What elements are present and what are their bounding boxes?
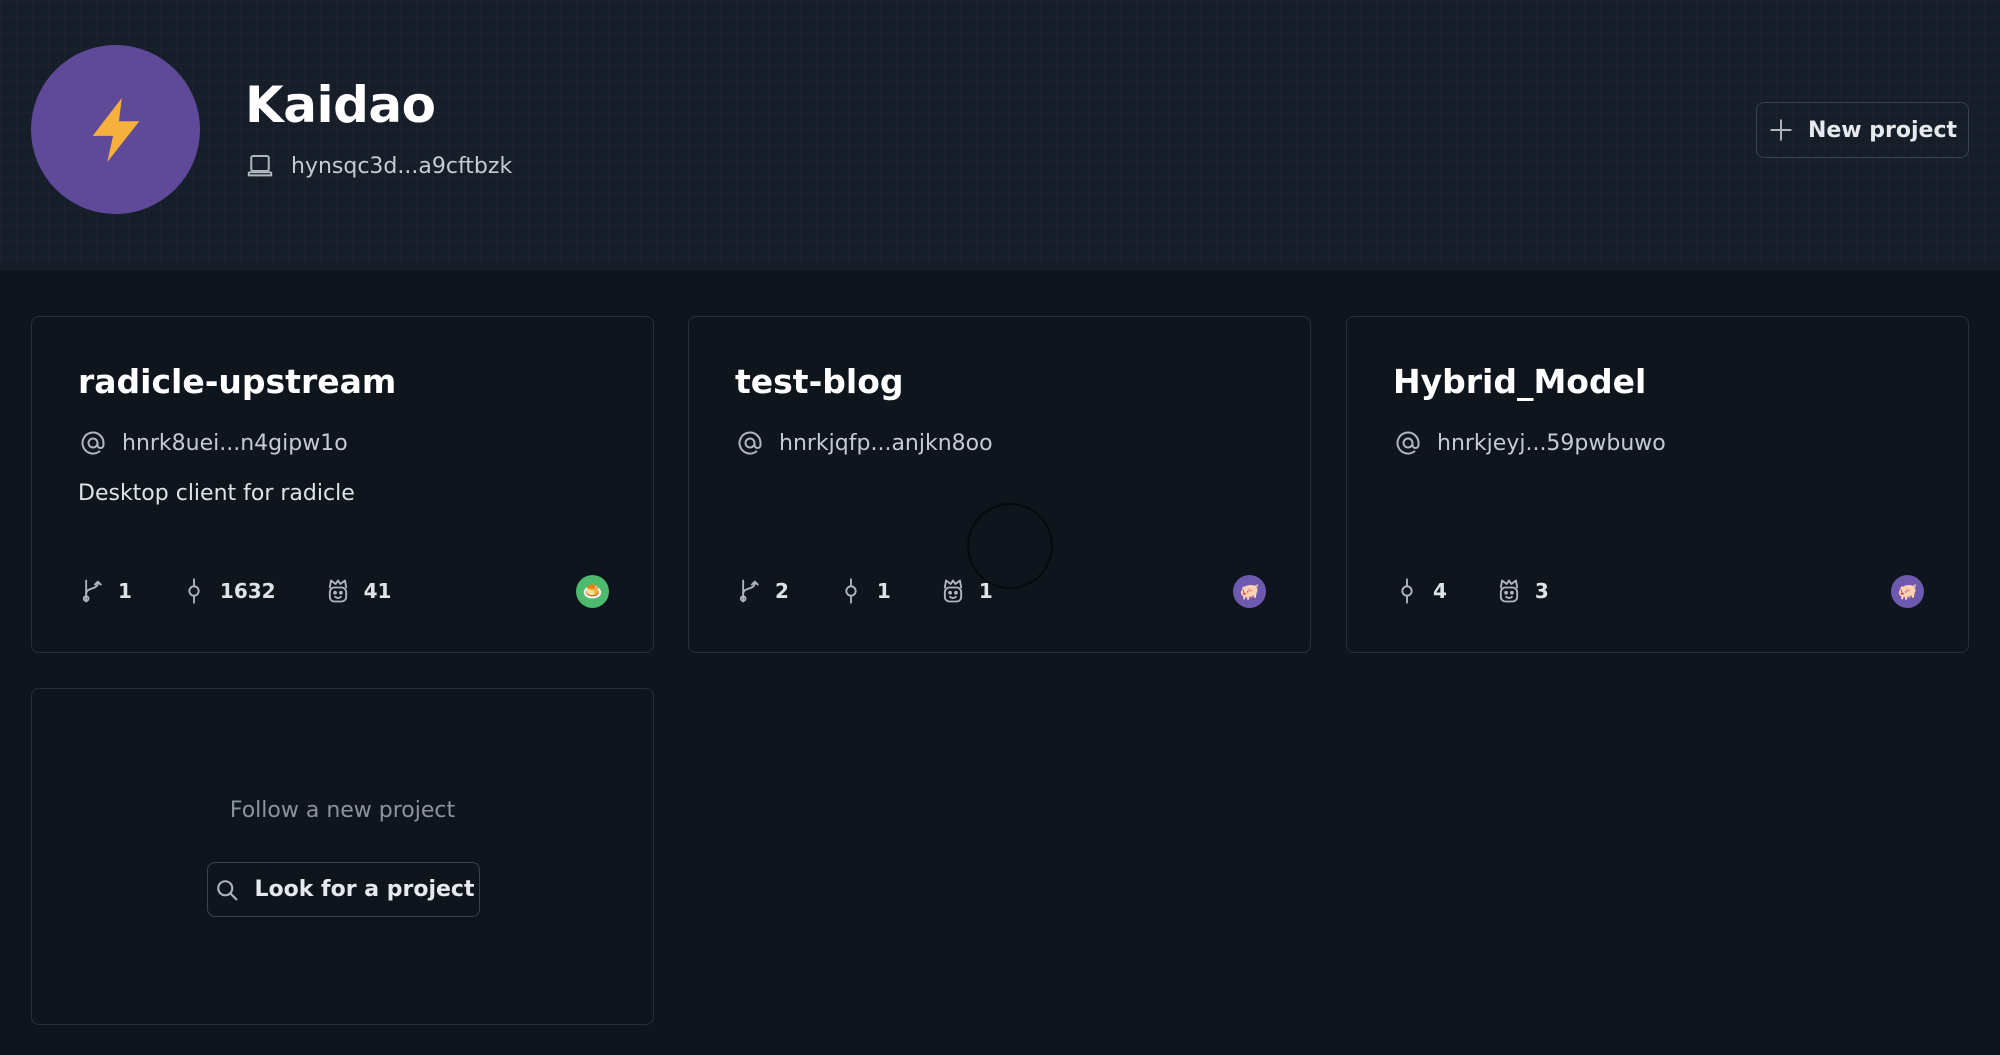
look-for-project-button[interactable]: Look for a project: [207, 862, 480, 917]
follow-text: Follow a new project: [229, 798, 456, 823]
contributors-stat: 41: [324, 577, 392, 605]
peer-avatar-emoji: 🐖: [1239, 582, 1260, 601]
peer-avatar: 🐖: [1891, 575, 1924, 608]
at-icon: [738, 431, 762, 455]
branch-icon: [82, 579, 102, 603]
project-stats: 1 1632 41: [78, 575, 439, 607]
contributors-stat: 3: [1495, 577, 1549, 605]
profile-name: Kaidao: [245, 76, 436, 134]
commits-stat: 4: [1393, 577, 1447, 605]
project-stats: 4 3: [1393, 575, 1597, 607]
commits-count: 4: [1433, 579, 1447, 603]
new-project-button[interactable]: New project: [1756, 102, 1969, 158]
project-name: radicle-upstream: [78, 362, 397, 401]
contributors-stat: 1: [939, 577, 993, 605]
contributors-icon: [943, 579, 962, 603]
branch-icon: [739, 579, 759, 603]
lightning-icon: [92, 97, 139, 162]
project-urn: hnrkjqfp...anjkn8oo: [779, 430, 993, 456]
commit-icon: [1401, 578, 1413, 604]
project-urn-row: hnrkjqfp...anjkn8oo: [735, 428, 993, 458]
project-urn-row: hnrkjeyj...59pwbuwo: [1393, 428, 1666, 458]
project-card-test-blog[interactable]: test-blog hnrkjqfp...anjkn8oo 2 1 1 🐖: [688, 316, 1311, 653]
peer-avatar-emoji: 🍮: [582, 582, 603, 601]
contributors-icon: [1499, 579, 1519, 603]
profile-avatar: [31, 45, 200, 214]
new-project-label: New project: [1807, 117, 1958, 143]
commits-count: 1632: [219, 579, 276, 603]
at-icon: [81, 431, 105, 455]
look-for-project-label: Look for a project: [254, 877, 475, 902]
device-id: hynsqc3d...a9cftbzk: [291, 153, 513, 179]
patches-count: 2: [775, 579, 789, 603]
commits-stat: 1632: [180, 577, 276, 605]
commits-count: 1: [876, 579, 891, 603]
contributors-count: 1: [978, 579, 993, 603]
peer-avatar: 🐖: [1233, 575, 1266, 608]
follow-project-card: Follow a new project Look for a project: [31, 688, 654, 1025]
project-urn: hnrk8uei...n4gipw1o: [122, 430, 348, 456]
patches-count: 1: [118, 579, 132, 603]
patches-stat: 1: [78, 577, 132, 605]
commits-stat: 1: [837, 577, 891, 605]
project-urn: hnrkjeyj...59pwbuwo: [1437, 430, 1666, 456]
peer-avatar: 🍮: [576, 575, 609, 608]
contributors-icon: [328, 579, 347, 603]
project-urn-row: hnrk8uei...n4gipw1o: [78, 428, 348, 458]
peer-avatar-emoji: 🐖: [1897, 582, 1918, 601]
project-name: Hybrid_Model: [1393, 362, 1647, 401]
search-icon: [216, 879, 237, 900]
commit-icon: [845, 578, 857, 604]
laptop-icon: [247, 155, 273, 177]
device-id-row: hynsqc3d...a9cftbzk: [245, 150, 512, 182]
patches-stat: 2: [735, 577, 789, 605]
commit-icon: [188, 578, 200, 604]
profile-header: Kaidao hynsqc3d...a9cftbzk New project: [0, 0, 2000, 270]
contributors-count: 41: [363, 579, 392, 603]
project-card-hybrid-model[interactable]: Hybrid_Model hnrkjeyj...59pwbuwo 4 3 🐖: [1346, 316, 1969, 653]
project-stats: 2 1 1: [735, 575, 1041, 607]
project-card-radicle-upstream[interactable]: radicle-upstream hnrk8uei...n4gipw1o Des…: [31, 316, 654, 653]
project-name: test-blog: [735, 362, 904, 401]
contributors-count: 3: [1534, 579, 1549, 603]
project-description: Desktop client for radicle: [78, 481, 355, 506]
plus-icon: [1770, 119, 1792, 141]
at-icon: [1396, 431, 1420, 455]
